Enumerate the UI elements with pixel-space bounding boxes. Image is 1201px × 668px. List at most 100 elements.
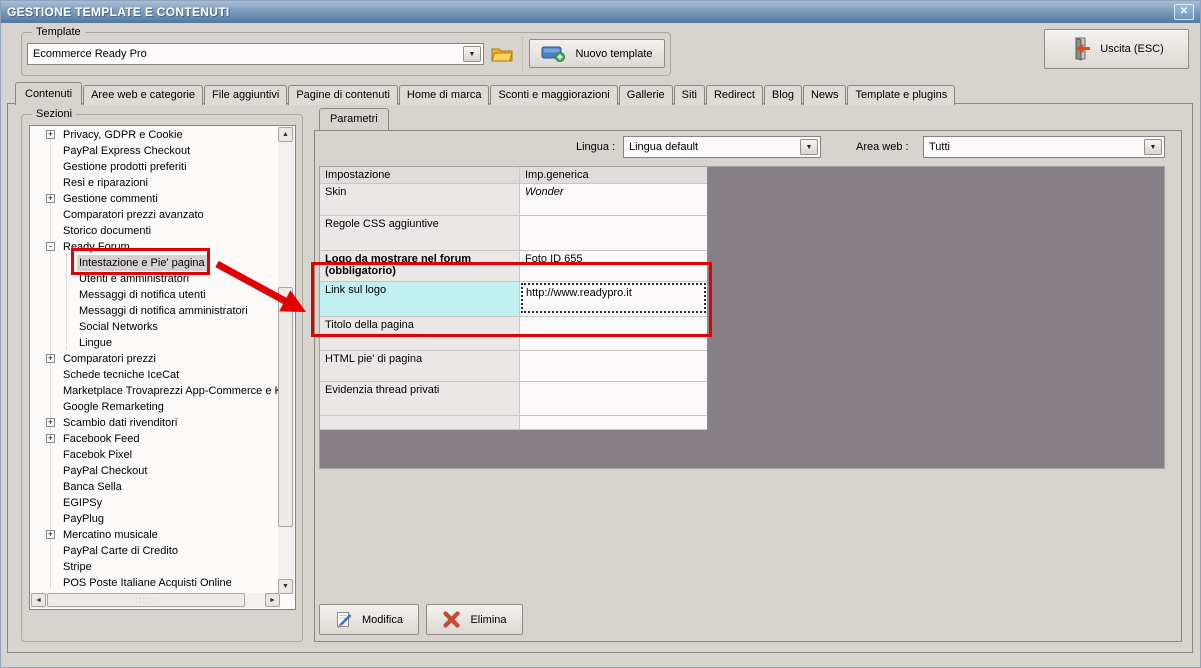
tree-item[interactable]: Utenti e amministratori [31,271,279,287]
main-tab[interactable]: Gallerie [618,85,673,105]
tree-item[interactable]: Lingue [31,335,279,351]
tree-item[interactable]: PayPal Carte di Credito [31,543,279,559]
tree-item[interactable]: Schede tecniche IceCat [31,367,279,383]
exit-door-icon [1075,37,1091,61]
tree-item[interactable]: Messaggi di notifica amministratori [31,303,279,319]
expand-toggle-icon[interactable]: + [46,130,55,139]
open-template-button[interactable] [488,41,516,67]
expand-toggle-icon[interactable]: + [46,194,55,203]
vscroll-thumb[interactable] [278,287,293,527]
tree-item[interactable]: Marketplace Trovaprezzi App-Commerce e K… [31,383,279,399]
close-icon[interactable]: ✕ [1174,4,1194,20]
main-tab[interactable]: Blog [763,85,802,105]
tree-item[interactable]: + Privacy, GDPR e Cookie [31,127,279,143]
tree-item[interactable]: Comparatori prezzi avanzato [31,207,279,223]
param-value-cell: Foto ID 655 [520,251,707,282]
divider [522,37,523,71]
main-tab[interactable]: Siti [673,85,705,105]
area-web-label: Area web : [856,141,909,153]
param-label-cell: Evidenzia thread privati [320,382,520,416]
tree-item[interactable]: PayPal Express Checkout [31,143,279,159]
elimina-button[interactable]: Elimina [426,604,523,635]
tree-item[interactable]: PayPal Checkout [31,463,279,479]
scroll-up-icon[interactable]: ▲ [278,127,293,142]
link-sul-logo-input[interactable]: http://www.readypro.it [521,283,706,313]
sezioni-group-label: Sezioni [32,108,77,120]
new-template-label: Nuovo template [575,47,653,60]
expand-toggle-icon[interactable]: + [46,354,55,363]
chevron-down-icon[interactable]: ▼ [1144,139,1162,155]
param-label-cell: Impostazione [320,167,520,184]
chevron-down-icon[interactable]: ▼ [463,46,481,62]
expand-toggle-icon[interactable]: + [46,434,55,443]
param-value-cell: Imp.generica [520,167,707,184]
tree-item[interactable]: + Comparatori prezzi [31,351,279,367]
param-row[interactable]: Skin Wonder [320,184,707,216]
param-row[interactable]: Impostazione Imp.generica [320,167,707,184]
tree-vscrollbar[interactable]: ▲ ▼ [278,127,294,594]
tree-item[interactable]: PayPlug [31,511,279,527]
param-row[interactable]: Logo da mostrare nel forum (obbligatorio… [320,251,707,282]
main-tab[interactable]: News [802,85,847,105]
main-tab[interactable]: Home di marca [398,85,490,105]
scroll-left-icon[interactable]: ◄ [31,593,46,607]
param-label-cell: Titolo della pagina [320,317,520,351]
tree-item[interactable]: Intestazione e Pie' pagina [31,255,279,271]
main-tab[interactable]: Pagine di contenuti [288,85,398,105]
tree-item[interactable]: + Mercatino musicale [31,527,279,543]
main-tab[interactable]: Aree web e categorie [83,85,204,105]
param-label-cell: HTML pie' di pagina [320,351,520,382]
tree-item[interactable]: + Gestione commenti [31,191,279,207]
tree-guide-children [66,254,67,350]
tree-item[interactable]: POS Poste Italiane Acquisti Online [31,575,279,591]
main-tab[interactable]: Template e plugins [847,85,956,105]
main-tab[interactable]: File aggiuntivi [204,85,288,105]
tree-item[interactable]: Gestione prodotti preferiti [31,159,279,175]
param-row[interactable]: Titolo della pagina [320,317,707,351]
scroll-down-icon[interactable]: ▼ [278,579,293,594]
param-row[interactable]: Evidenzia thread privati [320,382,707,416]
chevron-down-icon[interactable]: ▼ [800,139,818,155]
template-group-label: Template [32,26,85,38]
tree-hscrollbar[interactable]: ◄ :::::: ► [31,593,280,608]
exit-button[interactable]: Uscita (ESC) [1044,29,1189,69]
area-web-select[interactable]: Tutti ▼ [923,136,1165,158]
tree-item[interactable]: EGIPSy [31,495,279,511]
tree-item[interactable]: Facebok Pixel [31,447,279,463]
expand-toggle-icon[interactable]: - [46,242,55,251]
tree-item[interactable]: Resi e riparazioni [31,175,279,191]
new-template-button[interactable]: Nuovo template [529,39,665,68]
tree-item[interactable]: Google Remarketing [31,399,279,415]
modifica-label: Modifica [362,613,403,626]
scroll-right-icon[interactable]: ► [265,593,280,607]
hscroll-thumb[interactable]: :::::: [47,593,245,607]
tree-item[interactable]: - Ready Forum [31,239,279,255]
param-value-cell [520,382,707,416]
tree-items: + Privacy, GDPR e Cookie PayPal Express … [31,127,279,593]
param-row[interactable]: HTML pie' di pagina [320,351,707,382]
param-row[interactable]: Link sul logo http://www.readypro.it [320,282,707,317]
param-label-cell: Regole CSS aggiuntive [320,216,520,251]
modifica-button[interactable]: Modifica [319,604,419,635]
param-value-cell: http://www.readypro.it [520,282,707,317]
main-tab[interactable]: Redirect [705,85,763,105]
template-select[interactable]: Ecommerce Ready Pro ▼ [27,43,484,65]
tab-parametri[interactable]: Parametri [319,108,389,130]
tree-item[interactable]: Banca Sella [31,479,279,495]
expand-toggle-icon[interactable]: + [46,418,55,427]
tree-item[interactable]: Social Networks [31,319,279,335]
tree-item[interactable]: + Scambio dati rivenditori [31,415,279,431]
tree-item[interactable]: Messaggi di notifica utenti [31,287,279,303]
param-value-cell [520,351,707,382]
param-row[interactable]: Regole CSS aggiuntive [320,216,707,251]
folder-icon [491,48,513,61]
tree-item[interactable]: Storico documenti [31,223,279,239]
param-row[interactable] [320,416,707,430]
main-tabstrip: Contenuti Aree web e categorie File aggiun… [15,82,956,105]
main-tab[interactable]: Sconti e maggiorazioni [490,85,618,105]
tree-item[interactable]: Stripe [31,559,279,575]
tree-item[interactable]: + Facebook Feed [31,431,279,447]
main-tab[interactable]: Contenuti [15,82,83,105]
expand-toggle-icon[interactable]: + [46,530,55,539]
lingua-select[interactable]: Lingua default ▼ [623,136,821,158]
